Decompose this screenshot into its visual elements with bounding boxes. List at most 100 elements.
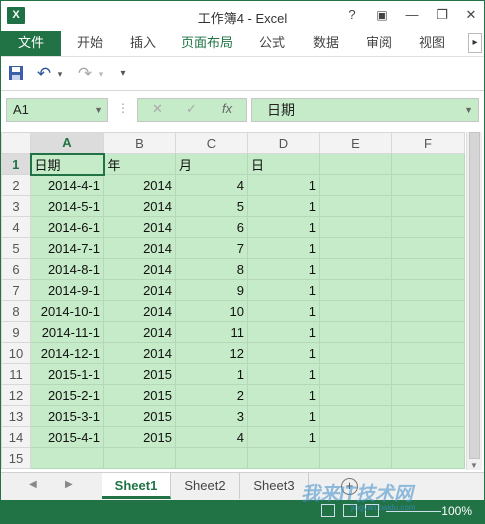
cell-b1[interactable]: 年: [103, 153, 176, 175]
scroll-thumb[interactable]: [469, 132, 480, 459]
cell-f13[interactable]: [391, 405, 465, 427]
cell-a1[interactable]: 日期: [29, 152, 105, 176]
cell-c1[interactable]: 月: [175, 153, 248, 175]
chevron-down-icon[interactable]: ▼: [94, 99, 103, 121]
column-header-c[interactable]: C: [175, 132, 248, 154]
cell-c5[interactable]: 7: [175, 237, 248, 259]
cell-d1[interactable]: 日: [247, 153, 320, 175]
row-header[interactable]: 10: [1, 342, 31, 364]
cell-d4[interactable]: 1: [247, 216, 320, 238]
name-box[interactable]: A1 ▼: [6, 98, 108, 122]
row-header[interactable]: 11: [1, 363, 31, 385]
next-sheet-icon[interactable]: ▶: [65, 479, 73, 490]
ribbon-options-icon[interactable]: ▣: [371, 5, 393, 25]
cell-f8[interactable]: [391, 300, 465, 322]
cell-f12[interactable]: [391, 384, 465, 406]
cell-a11[interactable]: 2015-1-1: [30, 363, 104, 385]
cell-a7[interactable]: 2014-9-1: [30, 279, 104, 301]
cell-d11[interactable]: 1: [247, 363, 320, 385]
cell-b14[interactable]: 2015: [103, 426, 176, 448]
row-header[interactable]: 12: [1, 384, 31, 406]
cell-d8[interactable]: 1: [247, 300, 320, 322]
cell-a4[interactable]: 2014-6-1: [30, 216, 104, 238]
cell-e12[interactable]: [319, 384, 392, 406]
tab-view[interactable]: 视图: [409, 31, 455, 56]
cell-a8[interactable]: 2014-10-1: [30, 300, 104, 322]
undo-icon[interactable]: ↶: [35, 65, 53, 83]
cell-e3[interactable]: [319, 195, 392, 217]
cell-b8[interactable]: 2014: [103, 300, 176, 322]
row-header[interactable]: 5: [1, 237, 31, 259]
cell-e5[interactable]: [319, 237, 392, 259]
formula-input[interactable]: 日期 ▼: [251, 98, 479, 122]
cancel-icon[interactable]: ✕: [152, 101, 163, 117]
cell-f9[interactable]: [391, 321, 465, 343]
row-header[interactable]: 2: [1, 174, 31, 196]
cell-e8[interactable]: [319, 300, 392, 322]
cell-d3[interactable]: 1: [247, 195, 320, 217]
cell-b3[interactable]: 2014: [103, 195, 176, 217]
row-header[interactable]: 3: [1, 195, 31, 217]
cell-a13[interactable]: 2015-3-1: [30, 405, 104, 427]
cell-c12[interactable]: 2: [175, 384, 248, 406]
cell-e14[interactable]: [319, 426, 392, 448]
close-icon[interactable]: ✕: [460, 5, 482, 25]
cell-f7[interactable]: [391, 279, 465, 301]
column-header-a[interactable]: A: [30, 132, 104, 155]
cell-e11[interactable]: [319, 363, 392, 385]
cell-c15[interactable]: [175, 447, 248, 469]
cell-f10[interactable]: [391, 342, 465, 364]
prev-sheet-icon[interactable]: ◀: [29, 479, 37, 490]
tab-page-layout[interactable]: 页面布局: [174, 31, 240, 56]
cell-b9[interactable]: 2014: [103, 321, 176, 343]
cell-d10[interactable]: 1: [247, 342, 320, 364]
cell-a15[interactable]: [30, 447, 104, 469]
cell-b5[interactable]: 2014: [103, 237, 176, 259]
column-header-e[interactable]: E: [319, 132, 392, 154]
cell-a3[interactable]: 2014-5-1: [30, 195, 104, 217]
cell-e6[interactable]: [319, 258, 392, 280]
minimize-icon[interactable]: —: [401, 5, 423, 25]
redo-dropdown-icon[interactable]: ▾: [96, 65, 106, 83]
cell-b7[interactable]: 2014: [103, 279, 176, 301]
save-icon[interactable]: [7, 65, 25, 83]
cell-a12[interactable]: 2015-2-1: [30, 384, 104, 406]
cell-f6[interactable]: [391, 258, 465, 280]
insert-function-icon[interactable]: fx: [222, 101, 232, 116]
column-header-b[interactable]: B: [103, 132, 176, 154]
scroll-down-icon[interactable]: ▼: [470, 461, 478, 470]
cell-c14[interactable]: 4: [175, 426, 248, 448]
cell-d6[interactable]: 1: [247, 258, 320, 280]
cell-c13[interactable]: 3: [175, 405, 248, 427]
cell-b10[interactable]: 2014: [103, 342, 176, 364]
cell-f15[interactable]: [391, 447, 465, 469]
cell-d7[interactable]: 1: [247, 279, 320, 301]
restore-icon[interactable]: ❐: [431, 5, 453, 25]
cell-c9[interactable]: 11: [175, 321, 248, 343]
vertical-scrollbar[interactable]: ▼: [466, 132, 482, 470]
cell-c2[interactable]: 4: [175, 174, 248, 196]
cell-f1[interactable]: [391, 153, 465, 175]
sheet-tab-sheet2[interactable]: Sheet2: [171, 473, 240, 499]
cell-f5[interactable]: [391, 237, 465, 259]
cell-a5[interactable]: 2014-7-1: [30, 237, 104, 259]
cell-b4[interactable]: 2014: [103, 216, 176, 238]
cell-b6[interactable]: 2014: [103, 258, 176, 280]
row-header[interactable]: 15: [1, 447, 31, 469]
tab-formulas[interactable]: 公式: [249, 31, 295, 56]
row-header[interactable]: 6: [1, 258, 31, 280]
cell-e4[interactable]: [319, 216, 392, 238]
cell-c8[interactable]: 10: [175, 300, 248, 322]
row-header[interactable]: 4: [1, 216, 31, 238]
cell-f14[interactable]: [391, 426, 465, 448]
row-header[interactable]: 1: [1, 153, 32, 175]
tab-data[interactable]: 数据: [303, 31, 349, 56]
cell-b12[interactable]: 2015: [103, 384, 176, 406]
cell-a9[interactable]: 2014-11-1: [30, 321, 104, 343]
cell-f2[interactable]: [391, 174, 465, 196]
cell-c6[interactable]: 8: [175, 258, 248, 280]
cell-d14[interactable]: 1: [247, 426, 320, 448]
undo-dropdown-icon[interactable]: ▾: [55, 65, 65, 83]
enter-icon[interactable]: ✓: [186, 101, 197, 117]
tab-file[interactable]: 文件: [1, 31, 61, 56]
